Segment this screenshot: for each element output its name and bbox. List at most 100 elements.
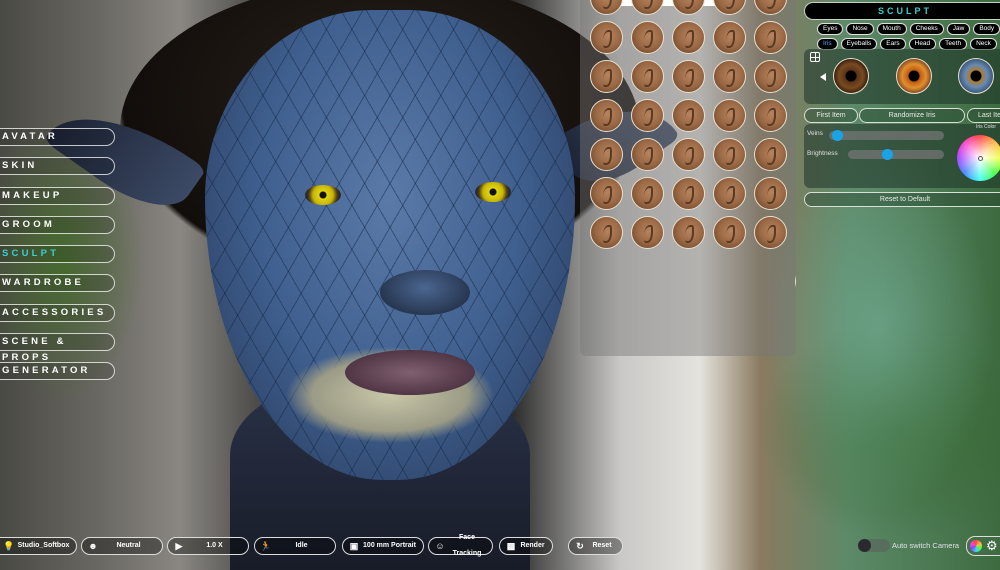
avatar-nose	[380, 270, 470, 315]
tab-body[interactable]: Body	[973, 23, 1000, 35]
running-figure-icon: 🏃	[260, 541, 272, 551]
ear-preset[interactable]	[713, 21, 746, 54]
ear-preset[interactable]	[713, 0, 746, 15]
nav-item-sculpt[interactable]: SCULPT	[0, 245, 115, 264]
toggle-knob	[858, 539, 871, 552]
tab-eyes[interactable]: Eyes	[817, 23, 844, 35]
ear-preset[interactable]	[672, 216, 705, 249]
nav-item-scene-props[interactable]: SCENE & PROPS	[0, 333, 115, 363]
ear-preset[interactable]	[590, 177, 623, 210]
brightness-slider[interactable]	[848, 149, 944, 160]
tab-cheeks[interactable]: Cheeks	[909, 23, 944, 35]
last-item-button[interactable]: Last Item	[967, 108, 1000, 123]
ear-preset[interactable]	[754, 0, 787, 15]
avatar-eye-left	[305, 185, 341, 205]
grid-view-icon[interactable]	[810, 52, 820, 62]
gear-icon[interactable]: ⚙	[986, 538, 998, 553]
ear-preset[interactable]	[713, 216, 746, 249]
ear-preset[interactable]	[631, 177, 664, 210]
lighting-button[interactable]: 💡 Studio_Softbox	[0, 537, 77, 555]
render-button[interactable]: ▩ Render	[499, 537, 553, 555]
color-picker-cursor[interactable]	[978, 156, 983, 161]
iris-swatch-amber[interactable]	[896, 58, 932, 94]
nav-item-generator[interactable]: GENERATOR	[0, 362, 115, 381]
nav-item-accessories[interactable]: ACCESSORIES	[0, 303, 115, 322]
nav-item-avatar[interactable]: AVATAR	[0, 128, 115, 146]
ear-preset[interactable]	[672, 99, 705, 132]
tab-nose[interactable]: Nose	[846, 23, 874, 35]
randomize-iris-button[interactable]: Randomize Iris	[859, 108, 965, 123]
ear-preset[interactable]	[713, 177, 746, 210]
color-palette-icon[interactable]	[970, 540, 982, 552]
ear-preset[interactable]	[754, 216, 787, 249]
avatar-lips	[345, 350, 475, 395]
pose-button[interactable]: 🏃 Idle	[254, 537, 336, 555]
nav-item-groom[interactable]: GROOM	[0, 215, 115, 234]
ear-preset[interactable]	[672, 60, 705, 93]
ear-preset[interactable]	[590, 99, 623, 132]
nav-item-wardrobe[interactable]: WARDROBE	[0, 274, 115, 293]
expression-button[interactable]: ☻ Neutral	[81, 537, 163, 555]
reset-icon: ↻	[576, 541, 584, 551]
expression-label: Neutral	[116, 542, 141, 549]
tab-mouth[interactable]: Mouth	[876, 23, 907, 35]
ear-preset[interactable]	[590, 138, 623, 171]
ear-preset[interactable]	[672, 177, 705, 210]
main-nav: AVATAR SKIN MAKEUP GROOM SCULPT WARDROBE…	[0, 128, 115, 392]
nav-item-makeup[interactable]: MAKEUP	[0, 186, 115, 205]
reset-label: Reset	[592, 542, 612, 549]
iris-color-wheel[interactable]	[957, 135, 1000, 181]
settings-group: ⚙	[966, 536, 1000, 556]
avatar-eye-right	[475, 182, 511, 202]
head-ear-preset[interactable]	[795, 265, 796, 298]
ear-preset[interactable]	[631, 99, 664, 132]
ear-preset-grid	[590, 0, 796, 298]
ear-preset[interactable]	[713, 60, 746, 93]
ear-preset[interactable]	[631, 138, 664, 171]
ear-preset[interactable]	[754, 138, 787, 171]
ear-preset[interactable]	[754, 21, 787, 54]
ear-preset[interactable]	[590, 21, 623, 54]
face-tracking-button[interactable]: ☺ Face Tracking	[428, 534, 493, 557]
first-item-button[interactable]: First Item	[804, 108, 858, 123]
reset-to-default-button[interactable]: Reset to Default	[804, 192, 1000, 207]
ear-preset-last-row	[594, 316, 789, 352]
lightbulb-icon: 💡	[3, 541, 15, 551]
ear-preset[interactable]	[754, 177, 787, 210]
ear-preset[interactable]	[590, 216, 623, 249]
render-icon: ▩	[506, 541, 516, 551]
ear-preset[interactable]	[754, 60, 787, 93]
nav-item-skin[interactable]: SKIN	[0, 157, 115, 176]
ear-preset[interactable]	[631, 0, 664, 15]
ear-preset[interactable]	[631, 21, 664, 54]
ear-preset[interactable]	[590, 0, 623, 15]
camera-lens-label: 100 mm Portrait	[363, 542, 416, 549]
brightness-label: Brightness	[807, 150, 838, 157]
ear-preset[interactable]	[631, 216, 664, 249]
veins-slider-knob[interactable]	[832, 130, 844, 141]
ear-preset[interactable]	[713, 99, 746, 132]
ear-preset[interactable]	[754, 99, 787, 132]
ear-preset[interactable]	[672, 21, 705, 54]
auto-switch-camera-toggle[interactable]	[858, 539, 890, 552]
pose-label: Idle	[295, 542, 308, 549]
lighting-label: Studio_Softbox	[17, 542, 70, 549]
veins-label: Veins	[807, 130, 823, 137]
ear-preset[interactable]	[713, 138, 746, 171]
ear-preset[interactable]	[590, 60, 623, 93]
veins-slider[interactable]	[829, 130, 944, 141]
iris-swatch-blue[interactable]	[958, 58, 994, 94]
reset-button[interactable]: ↻ Reset	[568, 537, 623, 555]
ear-preset[interactable]	[631, 60, 664, 93]
previous-arrow-icon[interactable]	[820, 73, 826, 81]
face-tracking-icon: ☺	[435, 541, 445, 551]
smiley-icon: ☻	[88, 541, 98, 551]
tab-jaw[interactable]: Jaw	[946, 23, 971, 35]
iris-swatch-brown[interactable]	[833, 58, 869, 94]
camera-lens-button[interactable]: ▣ 100 mm Portrait	[342, 537, 424, 555]
ear-preset[interactable]	[672, 138, 705, 171]
ear-preset[interactable]	[672, 0, 705, 15]
speed-button[interactable]: ▶ 1.0 X	[167, 537, 249, 555]
brightness-slider-knob[interactable]	[882, 149, 893, 160]
iris-color-label: Iris Color	[976, 124, 997, 130]
